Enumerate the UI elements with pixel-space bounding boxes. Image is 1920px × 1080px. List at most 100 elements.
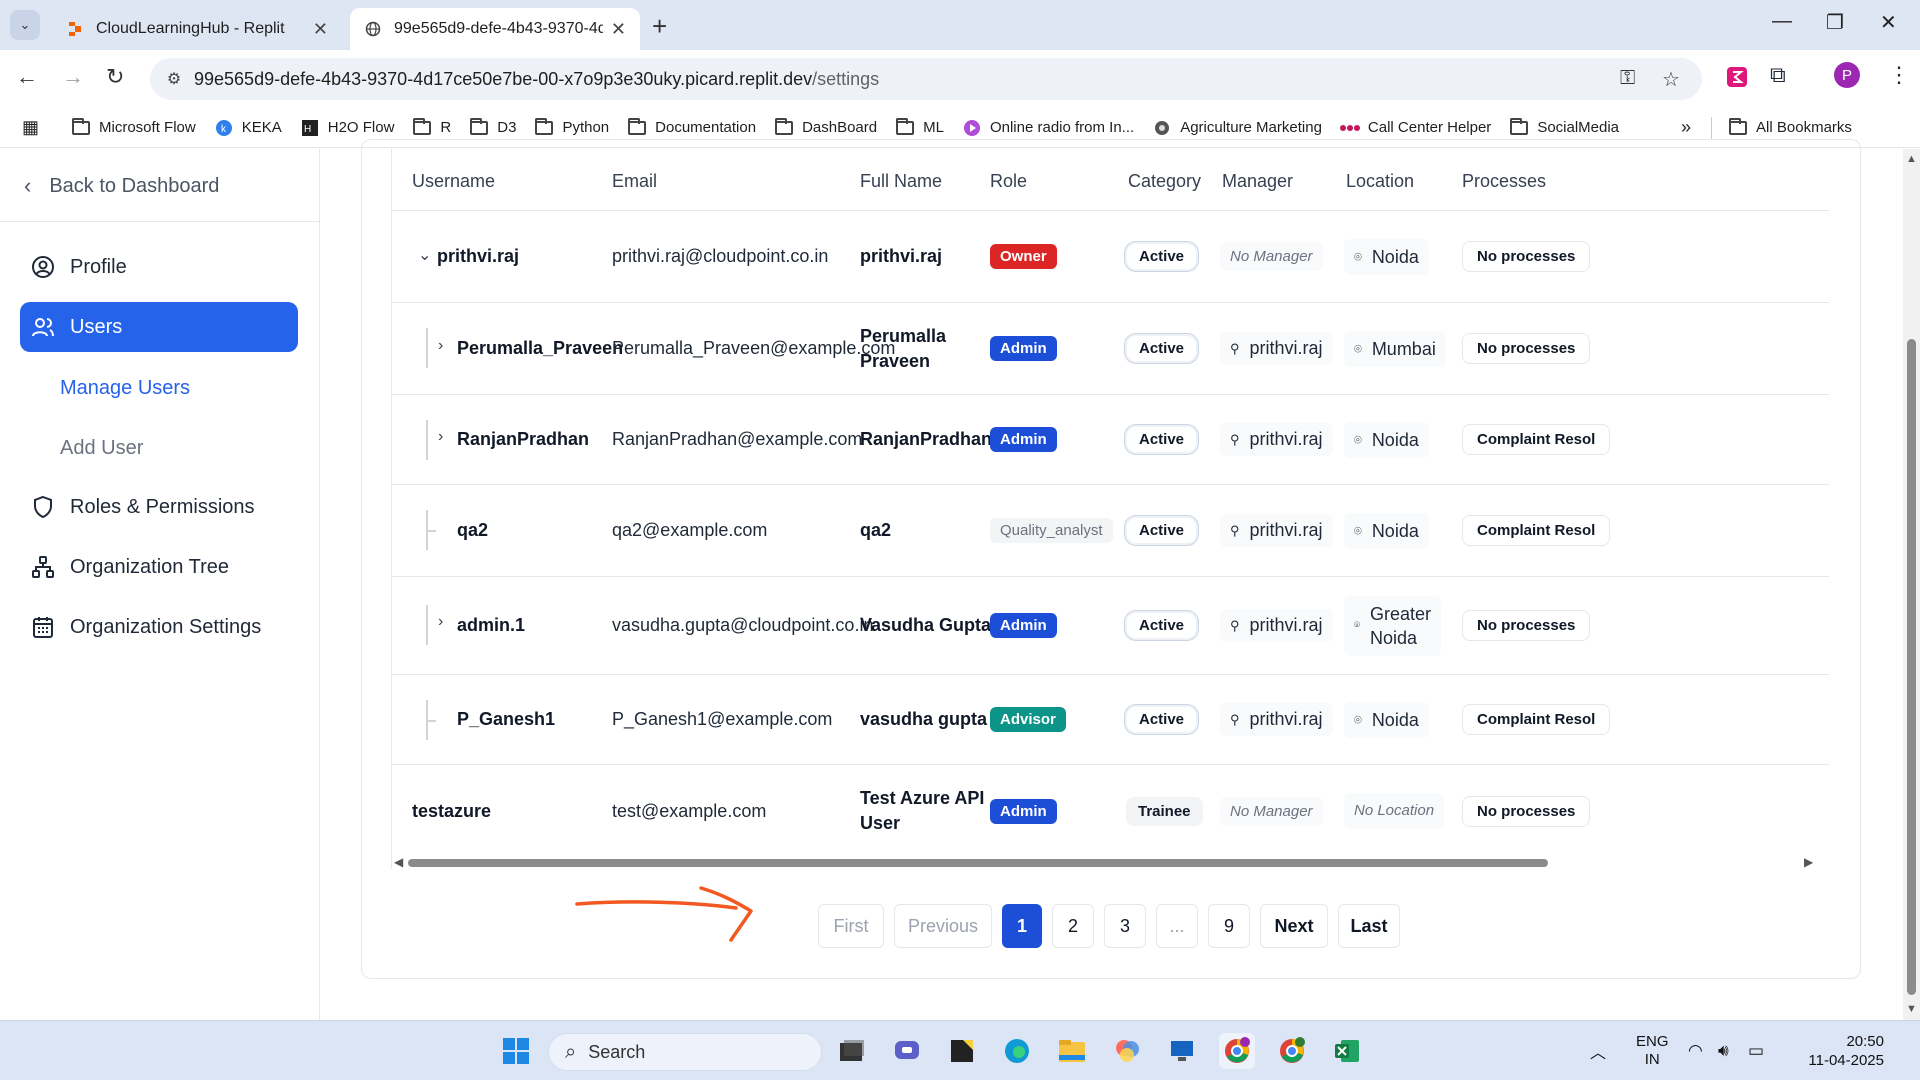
new-tab-icon[interactable]: + [652,11,667,42]
header-category[interactable]: Category [1128,171,1201,192]
page-vertical-scrollbar[interactable]: ▲ ▼ [1903,149,1920,1020]
wifi-icon[interactable]: ◠ [1688,1021,1703,1080]
clock[interactable]: 20:50 11-04-2025 [1784,1021,1884,1080]
scroll-down-icon[interactable]: ▼ [1906,1003,1917,1015]
scroll-left-icon[interactable]: ◀ [394,855,403,869]
password-key-icon[interactable]: ⚿ [1620,67,1635,90]
header-role[interactable]: Role [990,171,1027,192]
header-processes[interactable]: Processes [1462,171,1546,192]
pagination-previous[interactable]: Previous [894,904,992,948]
maximize-icon[interactable]: ❐ [1826,10,1844,35]
chrome-profile-k-icon[interactable] [1274,1033,1310,1069]
minimize-icon[interactable]: — [1772,10,1792,33]
header-location[interactable]: Location [1346,171,1414,192]
bookmark-d3[interactable]: D3 [469,117,516,136]
header-full-name[interactable]: Full Name [860,171,942,192]
table-row[interactable]: › admin.1 vasudha.gupta@cloudpoint.co.in… [392,577,1829,675]
tab-settings-page[interactable]: 99e565d9-defe-4b43-9370-4d1 ✕ [350,8,640,50]
sidebar-subitem-manage-users[interactable]: Manage Users [60,377,190,400]
chevron-right-icon[interactable]: › [438,337,443,355]
extensions-puzzle-icon[interactable]: ⧉ [1770,62,1786,88]
header-manager[interactable]: Manager [1222,171,1293,192]
close-window-icon[interactable]: ✕ [1880,10,1897,35]
back-arrow-icon[interactable]: ← [16,64,38,90]
scrollbar-thumb[interactable] [1907,339,1916,995]
close-tab-icon[interactable]: ✕ [611,19,626,40]
bookmark-ml[interactable]: ML [895,117,944,136]
pagination-next[interactable]: Next [1260,904,1328,948]
task-view-icon[interactable] [834,1033,870,1069]
sticky-notes-icon[interactable] [944,1033,980,1069]
bookmark-online-radio[interactable]: Online radio from In... [962,119,1134,136]
site-settings-icon[interactable]: ⚙ [154,69,194,89]
excel-icon[interactable] [1329,1033,1365,1069]
extension-icon[interactable] [1726,66,1748,93]
table-horizontal-scrollbar[interactable]: ◀ ▶ [392,855,1822,871]
chevron-right-icon[interactable]: › [438,428,443,446]
table-row[interactable]: P_Ganesh1 P_Ganesh1@example.com vasudha … [392,675,1829,765]
pagination-first[interactable]: First [818,904,884,948]
table-row[interactable]: ⌄ prithvi.raj prithvi.raj@cloudpoint.co.… [392,211,1829,303]
chevron-down-icon[interactable]: ⌄ [418,245,431,265]
battery-icon[interactable]: ▭ [1748,1021,1764,1080]
folder-icon [1510,117,1529,135]
table-row[interactable]: › RanjanPradhan RanjanPradhan@example.co… [392,395,1829,485]
pagination-last[interactable]: Last [1338,904,1400,948]
sidebar-item-organization-settings[interactable]: Organization Settings [20,602,298,652]
bookmark-h2o-flow[interactable]: H H2O Flow [300,119,394,136]
language-indicator[interactable]: ENG IN [1636,1021,1669,1080]
table-row[interactable]: qa2 qa2@example.com qa2 Quality_analyst … [392,485,1829,577]
sidebar-item-roles-permissions[interactable]: Roles & Permissions [20,482,298,532]
scroll-right-icon[interactable]: ▶ [1804,855,1813,869]
teams-chat-icon[interactable] [889,1033,925,1069]
chevron-right-icon[interactable]: › [438,613,443,631]
all-bookmarks[interactable]: All Bookmarks [1728,117,1852,136]
pagination-page-3[interactable]: 3 [1104,904,1146,948]
sidebar-item-users[interactable]: Users [20,302,298,352]
sidebar-item-profile[interactable]: Profile [20,242,298,292]
globe-favicon-icon [364,20,382,38]
bookmark-star-icon[interactable]: ☆ [1662,67,1680,92]
sidebar-subitem-add-user[interactable]: Add User [60,437,143,460]
reload-icon[interactable]: ↻ [106,64,124,90]
remote-desktop-icon[interactable] [1164,1033,1200,1069]
apps-grid-icon[interactable]: ▦ [22,117,39,138]
pagination-page-1[interactable]: 1 [1002,904,1042,948]
show-hidden-icons[interactable]: ︿ [1590,1021,1606,1080]
header-username[interactable]: Username [412,171,495,192]
close-tab-icon[interactable]: ✕ [313,19,328,40]
profile-avatar[interactable]: P [1834,62,1860,88]
sidebar-item-organization-tree[interactable]: Organization Tree [20,542,298,592]
person-icon: ⚲ [1230,711,1240,727]
bookmark-keka[interactable]: k KEKA [214,119,282,136]
pagination-page-9[interactable]: 9 [1208,904,1250,948]
bookmark-microsoft-flow[interactable]: Microsoft Flow [71,117,196,136]
edge-browser-icon[interactable] [999,1033,1035,1069]
header-email[interactable]: Email [612,171,657,192]
scrollbar-thumb[interactable] [408,859,1548,867]
tab-search-button[interactable]: ⌄ [10,10,40,40]
tab-cloudlearninghub[interactable]: CloudLearningHub - Replit ✕ [52,8,342,50]
bookmark-call-center-helper[interactable]: Call Center Helper [1339,119,1491,136]
table-row[interactable]: › Perumalla_Praveen Perumalla_Praveen@ex… [392,303,1829,395]
bookmark-agriculture-marketing[interactable]: Agriculture Marketing [1152,119,1322,136]
more-bookmarks-icon[interactable]: » [1681,117,1691,138]
address-bar[interactable]: ⚙ 99e565d9-defe-4b43-9370-4d17ce50e7be-0… [150,58,1702,100]
chrome-profile-p-icon[interactable] [1219,1033,1255,1069]
bookmark-socialmedia[interactable]: SocialMedia [1509,117,1619,136]
table-row[interactable]: testazure test@example.com Test Azure AP… [392,765,1829,857]
scroll-up-icon[interactable]: ▲ [1906,153,1917,165]
volume-icon[interactable]: 🔊︎ [1718,1021,1729,1080]
windows-start-icon[interactable] [498,1033,534,1069]
taskbar-search[interactable]: ⌕ Search [548,1033,822,1071]
copilot-icon[interactable] [1109,1033,1145,1069]
pagination-page-2[interactable]: 2 [1052,904,1094,948]
back-to-dashboard-link[interactable]: ‹ Back to Dashboard [24,173,219,199]
forward-arrow-icon[interactable]: → [62,64,84,90]
browser-menu-icon[interactable]: ⋮ [1888,62,1910,88]
bookmark-dashboard[interactable]: DashBoard [774,117,877,136]
bookmark-documentation[interactable]: Documentation [627,117,756,136]
bookmark-python[interactable]: Python [534,117,609,136]
bookmark-r[interactable]: R [412,117,451,136]
file-explorer-icon[interactable] [1054,1033,1090,1069]
